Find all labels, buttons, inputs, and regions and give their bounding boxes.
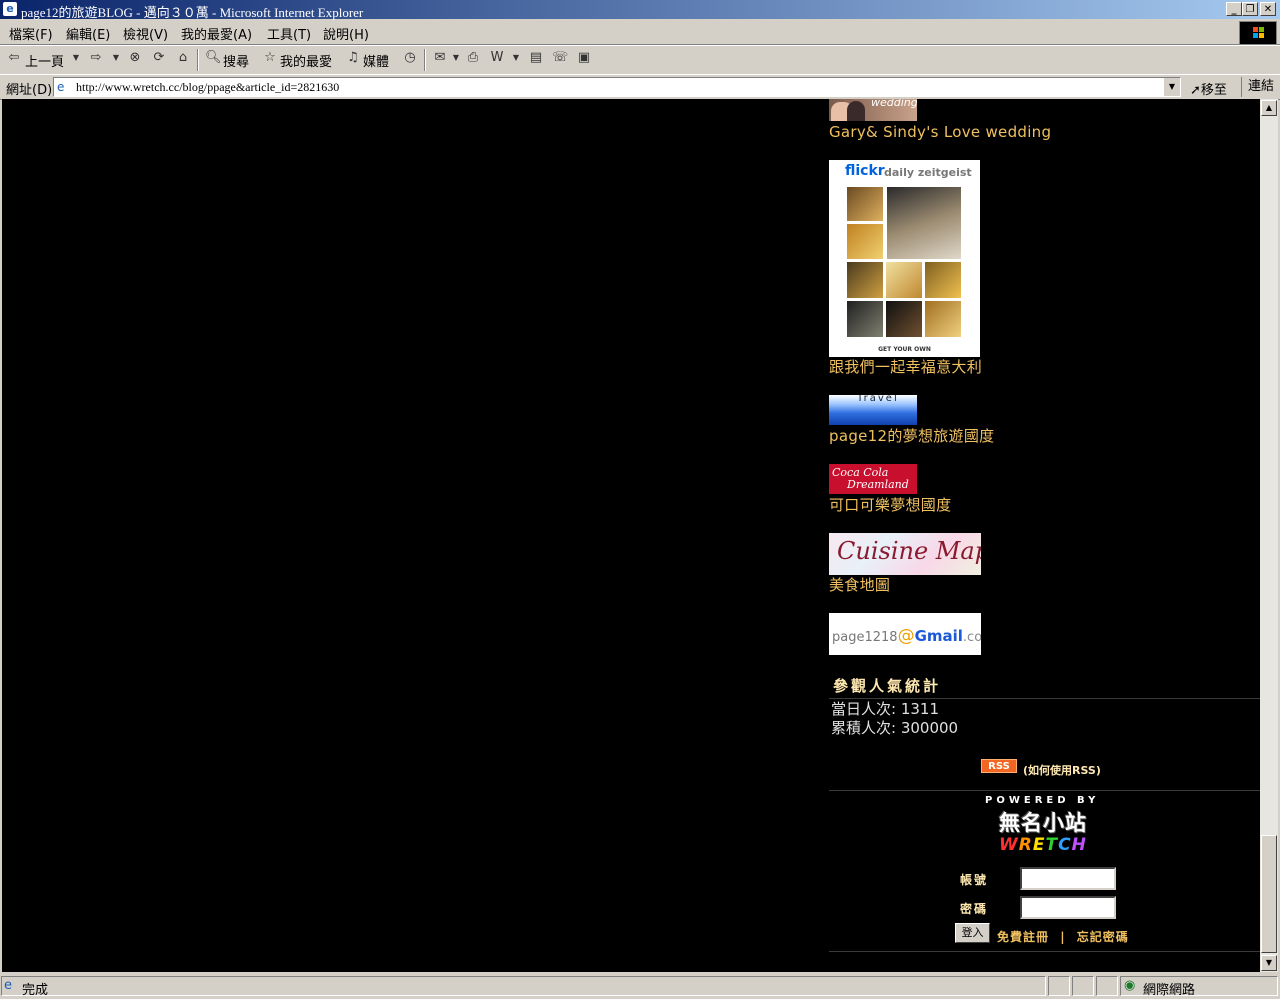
back-dropdown-icon[interactable]: ▼ [68,50,84,66]
forward-dropdown-icon[interactable]: ▼ [108,50,124,66]
globe-icon: ◉ [1124,978,1136,993]
search-button[interactable]: 搜尋 [223,51,249,70]
status-cell [1048,976,1070,996]
link-cuisine-map[interactable]: 美食地圖 [829,574,890,595]
menu-view[interactable]: 檢視(V) [123,24,168,43]
stop-icon[interactable]: ⊗ [127,50,143,66]
address-url[interactable]: http://www.wretch.cc/blog/ppage&article_… [76,80,339,95]
go-label: 移至 [1200,83,1227,98]
coca-cola-banner[interactable]: Coca Cola Dreamland [829,464,917,494]
login-links: 免費註冊 | 忘記密碼 [997,928,1129,945]
wedding-banner[interactable]: wedding [829,99,917,121]
ie-icon: e [3,2,17,16]
scroll-up-icon[interactable]: ▲ [1261,100,1277,116]
address-input[interactable]: e http://www.wretch.cc/blog/ppage&articl… [53,77,1181,97]
address-dropdown-icon[interactable]: ▼ [1163,78,1180,96]
wretch-logo-en[interactable]: WRETCH [999,835,1087,855]
stat-today: 當日人次: 1311 [831,700,939,718]
menu-edit[interactable]: 編輯(E) [66,24,110,43]
sidebar: wedding Gary& Sindy's Love wedding flick… [829,99,1260,972]
discuss-icon[interactable]: ▤ [528,50,544,66]
register-link[interactable]: 免費註冊 [997,930,1049,944]
rss-help-link[interactable]: (如何使用RSS) [1023,762,1101,778]
media-icon[interactable]: ♫ [345,50,361,66]
home-icon[interactable]: ⌂ [175,50,191,66]
travel-banner[interactable]: Travel [829,395,917,425]
forgot-password-link[interactable]: 忘記密碼 [1077,930,1129,944]
scroll-down-icon[interactable]: ▼ [1261,955,1277,971]
link-travel[interactable]: page12的夢想旅遊國度 [829,425,994,446]
link-coca-cola[interactable]: 可口可樂夢想國度 [829,494,951,515]
search-icon[interactable]: 🔍︎ [205,50,222,66]
window-title: page12的旅遊BLOG - 邁向３０萬 - Microsoft Intern… [21,5,364,20]
restore-button[interactable]: ❐ [1242,2,1258,16]
edit-dropdown-icon[interactable]: ▼ [508,50,524,66]
status-zone: ◉ 網際網路 [1120,976,1278,998]
media-button[interactable]: 媒體 [363,51,389,70]
page-icon: e [57,80,65,94]
status-main: e 完成 [1,976,1046,998]
powered-by-label: POWERED BY [985,795,1100,806]
menu-help[interactable]: 說明(H) [323,24,369,43]
link-wedding[interactable]: Gary& Sindy's Love wedding [829,123,1051,141]
menu-tools[interactable]: 工具(T) [267,24,311,43]
title-bar: e page12的旅遊BLOG - 邁向３０萬 - Microsoft Inte… [0,0,1280,20]
mail-dropdown-icon[interactable]: ▼ [448,50,464,66]
status-bar: e 完成 ◉ 網際網路 [0,974,1280,999]
research-icon[interactable]: ▣ [576,50,592,66]
favorites-icon[interactable]: ☆ [262,50,278,66]
menu-file[interactable]: 檔案(F) [9,24,53,43]
page-done-icon: e [4,978,12,993]
login-button[interactable]: 登入 [955,923,990,943]
minimize-button[interactable]: _ [1226,2,1242,16]
menu-bar: 檔案(F) 編輯(E) 檢視(V) 我的最愛(A) 工具(T) 說明(H) [0,20,1280,45]
menu-favorites[interactable]: 我的最愛(A) [181,24,252,43]
back-arrow-icon[interactable]: ⇦ [6,50,22,66]
close-button[interactable]: ✕ [1260,2,1276,16]
password-label: 密碼 [960,902,989,916]
address-label: 網址(D) [6,83,53,98]
status-text: 完成 [22,983,49,998]
wretch-logo-cn[interactable]: 無名小站 [999,807,1087,837]
link-italy[interactable]: 跟我們一起幸福意大利 [829,356,982,377]
flickr-logo: flickr [845,163,885,179]
go-button[interactable]: ➚移至 [1190,79,1227,98]
print-icon[interactable]: ⎙ [465,50,481,66]
stat-total: 累積人次: 300000 [831,719,959,737]
toolbar-separator [197,49,199,71]
status-cell [1096,976,1118,996]
refresh-icon[interactable]: ⟳ [151,50,167,66]
messenger-icon[interactable]: ☏ [552,50,568,66]
account-label: 帳號 [960,873,989,887]
forward-arrow-icon[interactable]: ⇨ [88,50,104,66]
toolbar: ⇦ 上一頁 ▼ ⇨ ▼ ⊗ ⟳ ⌂ 🔍︎ 搜尋 ☆ 我的最愛 ♫ 媒體 ◷ ✉ … [0,45,1280,75]
back-button[interactable]: 上一頁 [25,51,64,70]
links-button[interactable]: 連結 [1241,77,1274,97]
password-input[interactable] [1020,896,1116,919]
login-links-divider: | [1060,930,1066,944]
status-cell [1072,976,1094,996]
toolbar-separator [424,49,426,71]
edit-icon[interactable]: W [489,50,505,66]
zone-text: 網際網路 [1143,983,1196,998]
page-viewport: wedding Gary& Sindy's Love wedding flick… [2,99,1260,972]
gmail-banner[interactable]: page1218@Gmail.com [829,613,981,655]
windows-logo-icon [1239,21,1277,45]
scroll-thumb[interactable] [1261,835,1277,953]
address-bar: 網址(D) e http://www.wretch.cc/blog/ppage&… [0,74,1280,100]
divider [829,951,1260,952]
vertical-scrollbar[interactable]: ▲ ▼ [1260,99,1278,972]
cuisine-map-banner[interactable]: Cuisine Map [829,533,981,575]
flickr-badge[interactable]: flickr daily zeitgeist GET YOUR OWN [829,160,980,357]
rss-badge[interactable]: RSS [981,759,1017,773]
history-icon[interactable]: ◷ [402,50,418,66]
stats-title: 參觀人氣統計 [833,677,942,695]
mail-icon[interactable]: ✉ [432,50,448,66]
account-input[interactable] [1020,867,1116,890]
divider [829,790,1260,791]
favorites-button[interactable]: 我的最愛 [280,51,332,70]
